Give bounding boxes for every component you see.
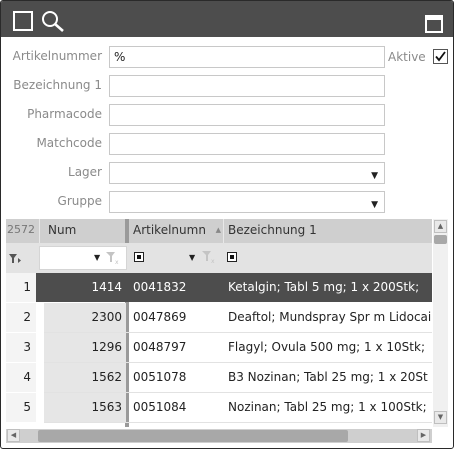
cell-artikelnummer[interactable]: 0047869 [129, 303, 224, 332]
matchcode-row: Matchcode [1, 133, 453, 155]
scroll-up-button[interactable]: ▲ [434, 220, 447, 233]
svg-text:x: x [211, 258, 215, 263]
filter-clear-icon[interactable]: x [202, 251, 216, 263]
pharmacode-row: Pharmacode [1, 104, 453, 126]
pharmacode-label: Pharmacode [27, 107, 102, 121]
cell-bezeichnung[interactable]: B3 Nozinan; Tabl 25 mg; 1 x 20St [224, 363, 432, 392]
artikelnummer-label: Artikelnummer [12, 49, 102, 63]
maximize-icon[interactable] [425, 15, 443, 33]
bezeichnung-row: Bezeichnung 1 [1, 75, 453, 97]
bezeichnung-label: Bezeichnung 1 [13, 78, 102, 92]
row-index: 3 [6, 333, 36, 362]
row-divider [44, 422, 432, 423]
cell-artikelnummer[interactable]: 0051078 [129, 363, 224, 392]
vertical-scroll-thumb[interactable] [434, 235, 447, 244]
table-row[interactable]: 4 1562 0051078 B3 Nozinan; Tabl 25 mg; 1… [6, 363, 432, 392]
gruppe-row: Gruppe ▼ [1, 191, 453, 213]
cell-artikelnummer[interactable]: 0048797 [129, 333, 224, 362]
gruppe-select[interactable]: ▼ [109, 191, 385, 213]
filter-clear-icon[interactable]: x [106, 252, 120, 264]
cell-num[interactable]: 1562 [44, 363, 126, 392]
checkbox-icon [435, 51, 446, 62]
square-icon[interactable] [12, 10, 34, 32]
sort-arrow-icon: ▲ [215, 226, 221, 234]
filter-icon[interactable] [9, 254, 21, 264]
column-header-artikelnummer[interactable]: Artikelnumn ▲ [129, 219, 224, 243]
artikelnummer-filter-checkbox[interactable] [134, 252, 144, 262]
artikelnummer-input[interactable]: % [109, 46, 385, 68]
row-index: 4 [6, 363, 36, 392]
scroll-left-button[interactable]: ◀ [7, 429, 20, 442]
cell-bezeichnung[interactable]: Ketalgin; Tabl 5 mg; 1 x 200Stk; [224, 273, 432, 302]
cell-bezeichnung[interactable]: Nozinan; Tabl 25 mg; 1 x 100Stk; [224, 393, 432, 422]
lager-select[interactable]: ▼ [109, 162, 385, 184]
svg-text:x: x [115, 259, 119, 264]
table-row[interactable]: 2 2300 0047869 Deaftol; Mundspray Spr m … [6, 303, 432, 332]
search-icon[interactable] [41, 10, 67, 34]
horizontal-scrollbar[interactable]: ◀ ▶ [6, 429, 432, 443]
lager-row: Lager ▼ [1, 162, 453, 184]
dropdown-arrow-icon: ▼ [371, 171, 378, 181]
row-index: 1 [6, 273, 36, 302]
artikelnummer-row: Artikelnummer % [1, 46, 453, 68]
cell-num[interactable]: 1414 [44, 273, 126, 302]
horizontal-scroll-thumb[interactable] [38, 430, 348, 442]
gruppe-label: Gruppe [57, 194, 102, 208]
cell-num[interactable]: 2300 [44, 303, 126, 332]
title-bar [1, 1, 453, 37]
cell-bezeichnung[interactable]: Deaftol; Mundspray Spr m Lidocai [224, 303, 432, 332]
scroll-down-button[interactable]: ▼ [434, 411, 447, 424]
table-row[interactable]: 1 1414 0041832 Ketalgin; Tabl 5 mg; 1 x … [6, 273, 432, 302]
row-count: 2572 [6, 219, 40, 243]
dropdown-arrow-icon: ▼ [371, 200, 378, 210]
article-search-window: Artikelnummer % Aktive Bezeichnung 1 Pha… [0, 0, 454, 449]
dropdown-arrow-icon[interactable]: ▼ [189, 253, 195, 262]
matchcode-label: Matchcode [36, 136, 102, 150]
cell-bezeichnung[interactable]: Flagyl; Ovula 500 mg; 1 x 10Stk; [224, 333, 432, 362]
scroll-right-button[interactable]: ▶ [417, 429, 430, 442]
row-index: 5 [6, 393, 36, 422]
cell-num[interactable]: 1296 [44, 333, 126, 362]
cell-artikelnummer[interactable]: 0051084 [129, 393, 224, 422]
pharmacode-input[interactable] [109, 104, 385, 126]
dropdown-arrow-icon: ▼ [94, 253, 101, 262]
row-index: 2 [6, 303, 36, 332]
table-row[interactable]: 5 1563 0051084 Nozinan; Tabl 25 mg; 1 x … [6, 393, 432, 422]
article-grid: 2572 Num Artikelnumn ▲ Bezeichnung 1 ▼ x… [6, 219, 432, 427]
cell-num[interactable]: 1563 [44, 393, 126, 422]
aktive-checkbox[interactable] [433, 49, 448, 64]
num-filter-input[interactable]: ▼ x [39, 246, 127, 270]
aktive-label: Aktive [388, 50, 426, 64]
bezeichnung-filter-checkbox[interactable] [227, 252, 237, 262]
lager-label: Lager [68, 165, 102, 179]
bezeichnung-input[interactable] [109, 75, 385, 97]
vertical-scrollbar[interactable]: ▲ ▼ [433, 219, 448, 427]
table-row[interactable]: 3 1296 0048797 Flagyl; Ovula 500 mg; 1 x… [6, 333, 432, 362]
cell-artikelnummer[interactable]: 0041832 [129, 273, 224, 302]
matchcode-input[interactable] [109, 133, 385, 155]
column-header-num[interactable]: Num [44, 219, 126, 243]
column-header-bezeichnung[interactable]: Bezeichnung 1 [224, 219, 432, 243]
column-header-artikelnummer-label: Artikelnumn [133, 223, 206, 237]
